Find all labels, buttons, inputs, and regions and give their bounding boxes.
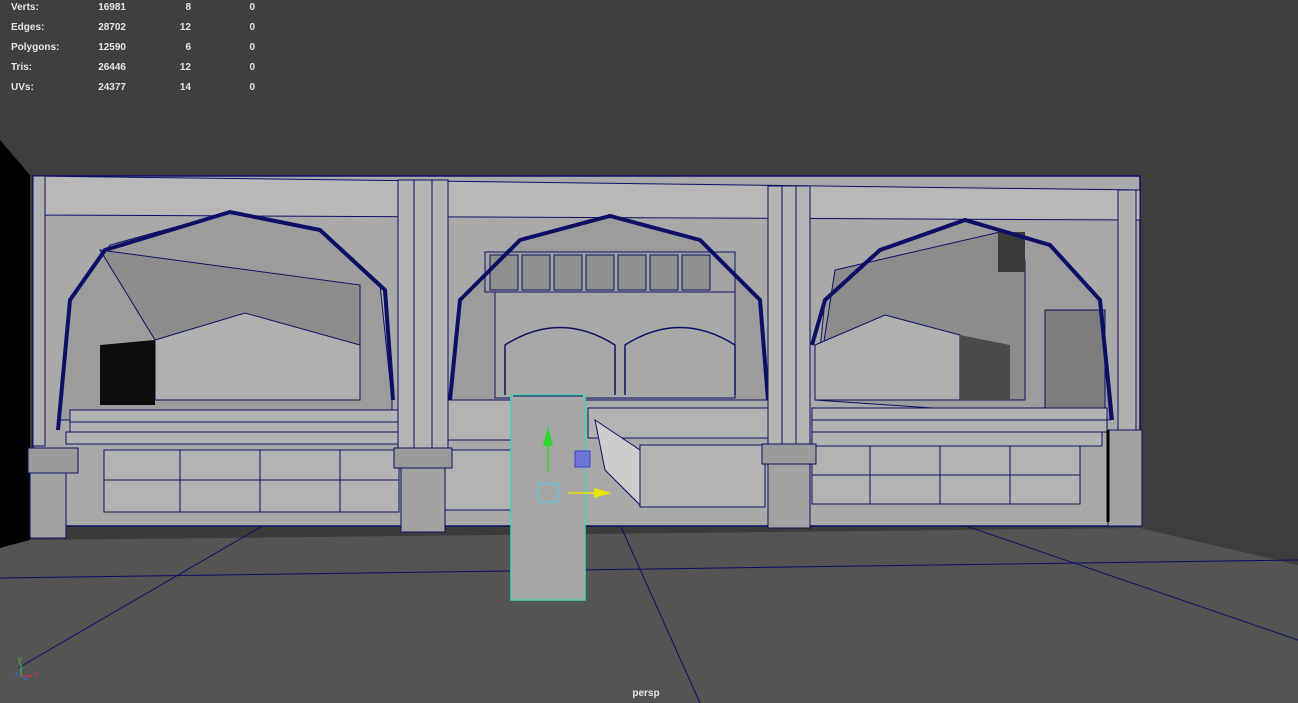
hud-selected: 12 <box>179 62 191 73</box>
hud-total: 12590 <box>98 42 126 53</box>
hud-total: 28702 <box>98 22 126 33</box>
pews-left <box>65 409 401 513</box>
hud-selected: 14 <box>179 82 191 93</box>
hud-total: 26446 <box>98 62 126 73</box>
hud-total: 24377 <box>98 82 126 93</box>
hud-highlighted: 0 <box>249 42 255 53</box>
manipulator-plane-handle <box>574 450 591 468</box>
hud-highlighted: 0 <box>249 22 255 33</box>
hud-total: 16981 <box>98 2 126 13</box>
hud-highlighted: 0 <box>249 2 255 13</box>
hud-selected: 12 <box>179 22 191 33</box>
camera-name-label: persp <box>632 688 660 699</box>
pews-right <box>811 407 1108 505</box>
axis-label-z: z <box>15 671 19 678</box>
selected-object <box>510 394 586 601</box>
hud-label: Edges: <box>11 22 45 33</box>
left-wall <box>0 140 30 548</box>
floor-plane <box>0 528 1298 703</box>
hud-label: Verts: <box>11 2 39 13</box>
viewport-scene[interactable] <box>0 0 1298 703</box>
axis-label-x: x <box>34 670 38 679</box>
hud-highlighted: 0 <box>249 62 255 73</box>
view-axis-indicator: y x z <box>12 654 44 682</box>
hud-label: Tris: <box>11 62 33 73</box>
hud-label: UVs: <box>11 82 34 93</box>
hud-highlighted: 0 <box>249 82 255 93</box>
hud-label: Polygons: <box>11 42 60 53</box>
maya-perspective-viewport[interactable]: Verts: 16981 8 0 Edges: 28702 12 0 Polyg… <box>0 0 1298 703</box>
hud-selected: 6 <box>185 42 191 53</box>
hud-selected: 8 <box>185 2 191 13</box>
axis-label-y: y <box>18 655 22 664</box>
ceiling <box>0 0 1298 185</box>
